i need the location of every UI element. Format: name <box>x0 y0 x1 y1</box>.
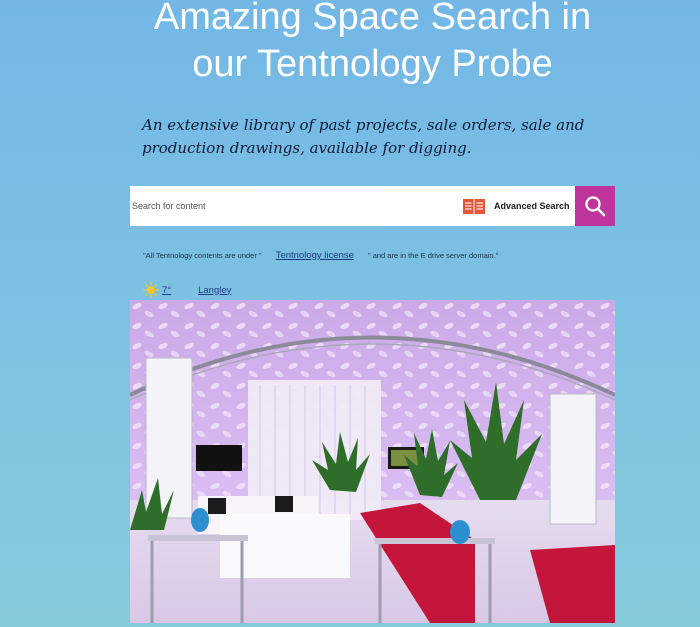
license-prefix: "All Tentnology contents are under " <box>143 251 262 260</box>
search-icon <box>585 196 606 217</box>
weather-widget: 7° Langley <box>143 282 231 298</box>
advanced-search-button[interactable]: Advanced Search <box>463 186 570 226</box>
advanced-search-label: Advanced Search <box>494 201 570 211</box>
hero-image <box>130 300 615 623</box>
search-button[interactable] <box>575 186 615 226</box>
search-bar: Advanced Search <box>130 186 615 226</box>
license-link[interactable]: Tentnology license <box>276 250 354 261</box>
weather-temperature[interactable]: 7° <box>162 285 171 296</box>
open-book-icon <box>463 198 485 214</box>
page-title: Amazing Space Search in our Tentnology P… <box>153 0 592 85</box>
page-subtitle: An extensive library of past projects, s… <box>142 116 585 157</box>
search-input[interactable] <box>130 186 452 226</box>
license-suffix: " and are in the E drive server domain." <box>367 251 499 260</box>
license-notice: "All Tentnology contents are under " Ten… <box>143 250 498 261</box>
weather-location[interactable]: Langley <box>198 285 231 296</box>
sun-icon <box>143 282 159 298</box>
